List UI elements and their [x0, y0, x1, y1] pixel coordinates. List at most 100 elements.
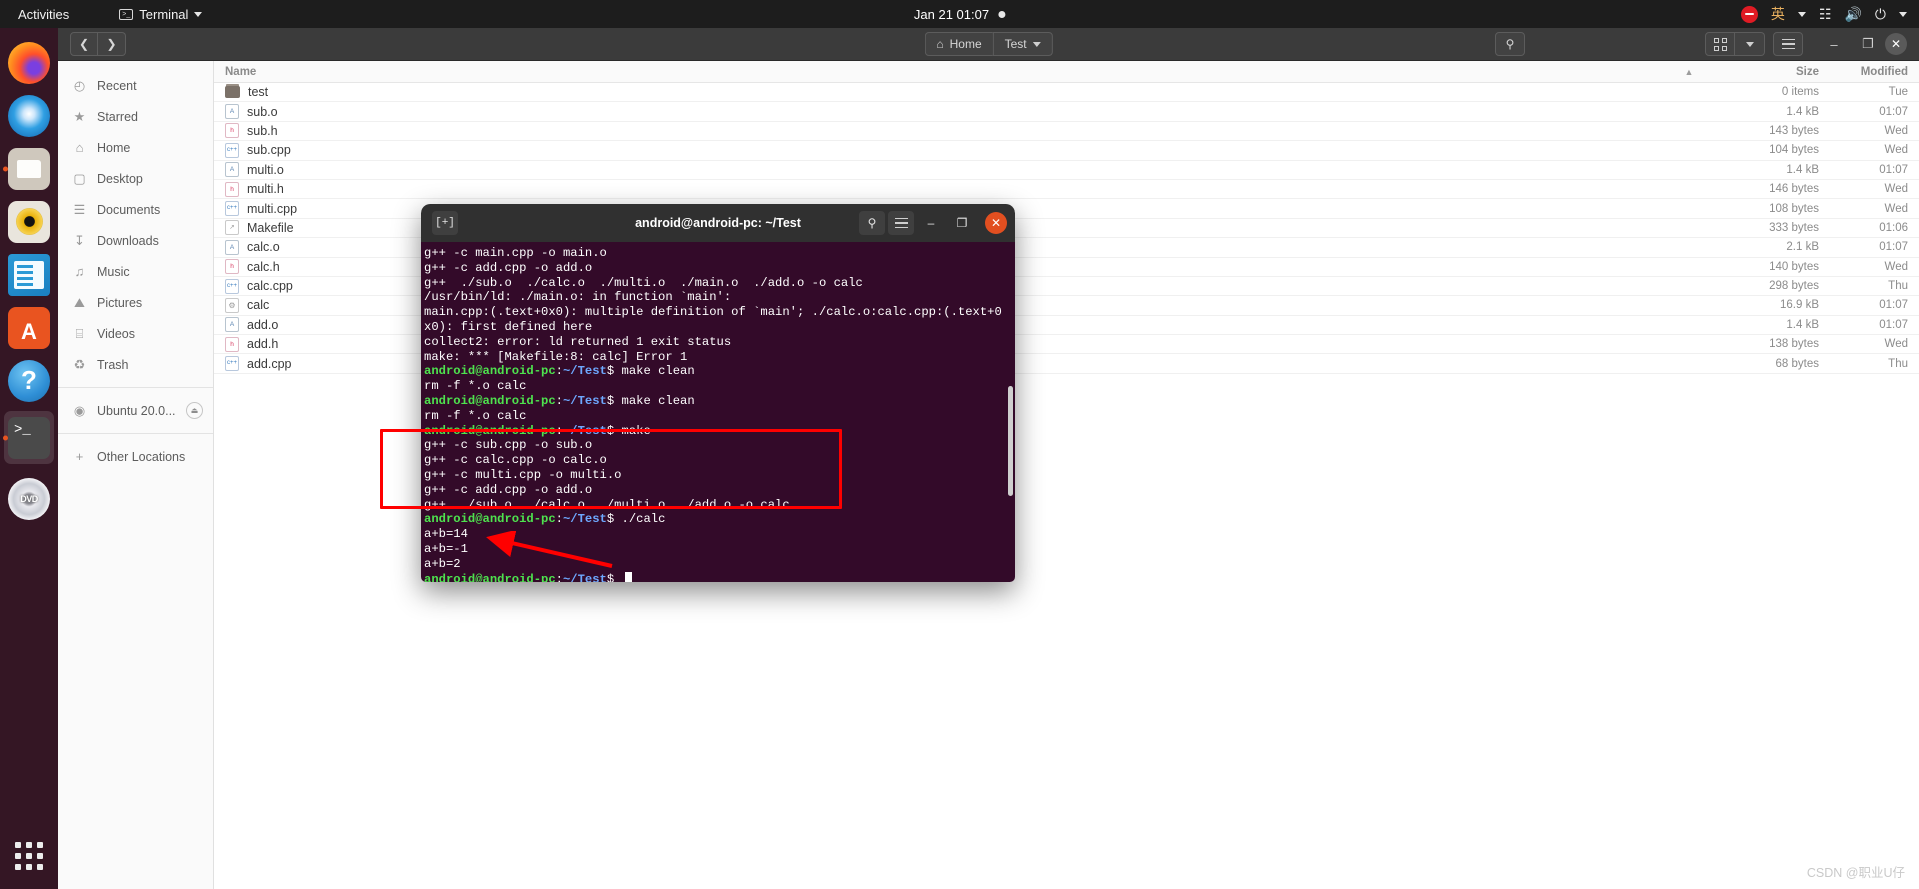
sidebar-item-trash[interactable]: ♻ Trash: [58, 349, 213, 380]
dock-item-files[interactable]: [0, 142, 58, 195]
dock-item-libreoffice-writer[interactable]: [0, 248, 58, 301]
dock-item-dvd[interactable]: [0, 472, 58, 525]
cpp-file-icon: c++: [225, 356, 239, 372]
sidebar-item-music[interactable]: ♫ Music: [58, 256, 213, 287]
terminal-prompt-path: ~/Test: [562, 364, 607, 379]
file-name-cell: Asub.o: [214, 104, 1661, 120]
files-sidebar: ◴ Recent ★ Starred ⌂ Home ▢ Desktop ☰ Documents ↧ D…: [58, 61, 214, 889]
terminal-line: g++ -c multi.cpp -o multi.o: [424, 467, 622, 482]
sidebar-item-label: Starred: [97, 109, 138, 124]
table-row[interactable]: Amulti.o 1.4 kB 01:07: [214, 161, 1919, 180]
minimize-button[interactable]: –: [1817, 28, 1851, 61]
clock-icon: ◴: [73, 78, 86, 93]
forward-button[interactable]: ❯: [98, 32, 126, 56]
file-name-cell: h multi.h: [214, 181, 1661, 197]
new-tab-button[interactable]: [+]: [432, 211, 458, 235]
sidebar-item-downloads[interactable]: ↧ Downloads: [58, 225, 213, 256]
dock-item-thunderbird[interactable]: [0, 89, 58, 142]
table-row[interactable]: h multi.h 146 bytes Wed: [214, 180, 1919, 200]
hamburger-menu-icon: [894, 217, 908, 229]
close-button[interactable]: ✕: [1885, 33, 1907, 55]
eject-icon[interactable]: ⏏: [186, 402, 203, 419]
app-menu-terminal[interactable]: >_ Terminal: [119, 6, 203, 22]
chevron-down-icon[interactable]: [1797, 11, 1806, 17]
obj-file-icon: A: [225, 162, 239, 178]
sidebar-item-recent[interactable]: ◴ Recent: [58, 70, 213, 101]
music-note-icon: ♫: [74, 264, 85, 279]
network-icon[interactable]: ☷: [1819, 7, 1832, 21]
sidebar-item-other-locations[interactable]: + Other Locations: [58, 441, 213, 472]
terminal-prompt-colon: :: [555, 423, 563, 438]
show-applications-button[interactable]: [0, 833, 58, 879]
terminal-line: android@android-pc:~/Test$ ./calc: [424, 512, 1015, 527]
terminal-line: collect2: error: ld returned 1 exit stat…: [424, 334, 732, 349]
file-name-label: sub.cpp: [247, 143, 291, 158]
table-row[interactable]: Asub.o 1.4 kB 01:07: [214, 102, 1919, 122]
breadcrumb-item-test[interactable]: Test: [992, 32, 1053, 56]
grid-view-button[interactable]: [1705, 32, 1735, 56]
dock-item-terminal[interactable]: [0, 411, 58, 464]
terminal-prompt-sign: $ make clean: [606, 393, 695, 408]
terminal-minimize-button[interactable]: –: [917, 211, 945, 235]
back-button[interactable]: ❮: [70, 32, 98, 56]
input-method-label[interactable]: 英: [1771, 4, 1785, 24]
file-name-label: sub.h: [247, 123, 278, 138]
terminal-maximize-button[interactable]: ❐: [948, 211, 976, 235]
search-button[interactable]: ⚲: [1495, 32, 1525, 56]
terminal-output: g++ -c main.cpp -o main.o g++ -c add.cpp …: [424, 246, 1015, 582]
sidebar-item-starred[interactable]: ★ Starred: [58, 101, 213, 132]
file-size-cell: 146 bytes: [1769, 183, 1819, 196]
clock-button[interactable]: Jan 21 01:07: [913, 6, 1006, 22]
table-row[interactable]: c++ sub.cpp 104 bytes Wed: [214, 141, 1919, 161]
dock-item-firefox[interactable]: [0, 36, 58, 89]
activities-button[interactable]: Activities: [18, 7, 69, 22]
view-options-button[interactable]: [1735, 32, 1765, 56]
sidebar-item-desktop[interactable]: ▢ Desktop: [58, 163, 213, 194]
sidebar-item-label: Other Locations: [97, 449, 186, 464]
file-size-cell: 298 bytes: [1769, 280, 1819, 293]
sidebar-item-label: Home: [97, 140, 131, 155]
column-header-modified[interactable]: Modified: [1829, 66, 1919, 78]
terminal-search-button[interactable]: ⚲: [859, 211, 885, 235]
volume-icon[interactable]: 🔊: [1844, 7, 1861, 21]
power-icon[interactable]: ⏻: [1875, 7, 1886, 21]
view-controls: [1705, 32, 1765, 56]
recording-indicator-icon[interactable]: [1740, 5, 1758, 23]
terminal-body[interactable]: g++ -c main.cpp -o main.o g++ -c add.cpp …: [421, 242, 1015, 582]
column-header-size[interactable]: Size: [1717, 66, 1829, 78]
file-name-cell: test: [214, 85, 1661, 99]
app-menu-label: Terminal: [139, 6, 189, 22]
file-name-label: Makefile: [247, 220, 294, 235]
sidebar-item-videos[interactable]: ⌸ Videos: [58, 318, 213, 349]
maximize-button[interactable]: ❐: [1851, 28, 1885, 61]
sidebar-item-documents[interactable]: ☰ Documents: [58, 194, 213, 225]
breadcrumb-item-home[interactable]: ⌂ Home: [924, 32, 993, 56]
terminal-menu-button[interactable]: [888, 211, 914, 235]
terminal-prompt-user: android@android-pc: [424, 423, 556, 438]
terminal-scrollbar[interactable]: [1008, 386, 1013, 496]
clock-label: Jan 21 01:07: [913, 6, 990, 22]
dock-item-help[interactable]: [0, 354, 58, 407]
navigation-buttons: ❮ ❯: [70, 32, 126, 56]
hamburger-menu-icon: [1781, 38, 1795, 50]
dock-item-rhythmbox[interactable]: [0, 195, 58, 248]
dock-item-ubuntu-software[interactable]: [0, 301, 58, 354]
sidebar-item-home[interactable]: ⌂ Home: [58, 132, 213, 163]
sidebar-item-pictures[interactable]: ⛰ Pictures: [58, 287, 213, 318]
main-menu-button[interactable]: [1773, 32, 1803, 56]
thunderbird-icon: [8, 94, 50, 137]
file-modified-cell: Wed: [1884, 144, 1908, 157]
file-modified-cell: 01:07: [1879, 163, 1908, 176]
column-header-name[interactable]: Name: [214, 66, 1661, 78]
file-size-cell: 68 bytes: [1775, 357, 1819, 370]
terminal-line: main.cpp:(.text+0x0): multiple definitio…: [424, 305, 1002, 320]
terminal-prompt-colon: :: [555, 393, 563, 408]
sidebar-item-ubuntu-device[interactable]: ◉ Ubuntu 20.0... ⏏: [58, 395, 213, 426]
chevron-down-icon[interactable]: [1899, 11, 1907, 17]
table-row[interactable]: test 0 items Tue: [214, 83, 1919, 103]
terminal-close-button[interactable]: ✕: [985, 212, 1007, 234]
terminal-header-bar: [+] android@android-pc: ~/Test ⚲ – ❐ ✕: [421, 204, 1015, 242]
table-row[interactable]: h sub.h 143 bytes Wed: [214, 122, 1919, 142]
search-icon: ⚲: [1505, 37, 1515, 51]
breadcrumb-home-label: Home: [949, 37, 982, 51]
